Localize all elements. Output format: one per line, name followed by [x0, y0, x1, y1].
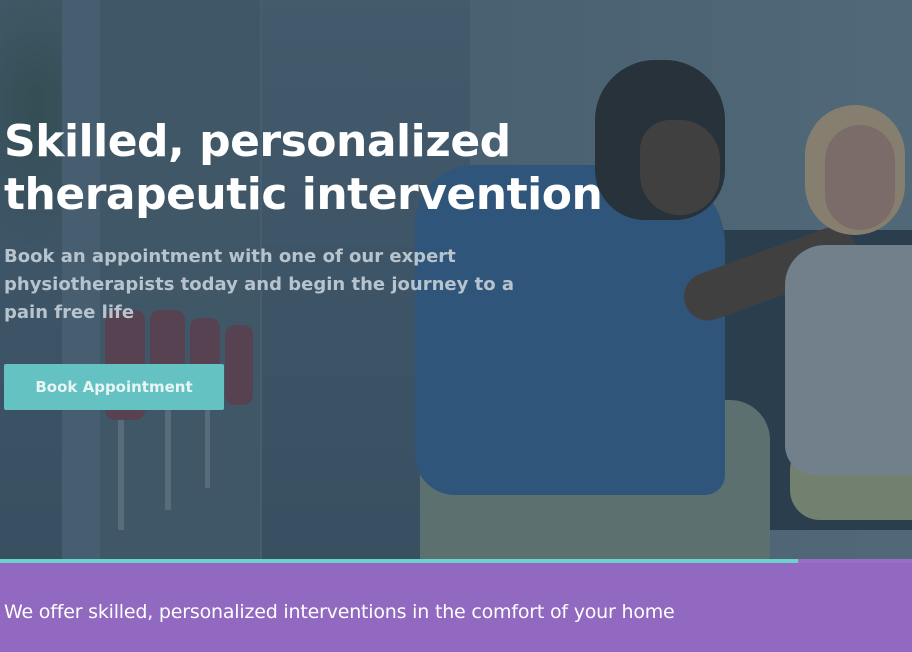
hero-subtext: Book an appointment with one of our expe… — [4, 246, 515, 323]
tagline-text: We offer skilled, personalized intervent… — [4, 601, 675, 623]
book-appointment-button[interactable]: Book Appointment — [4, 364, 224, 410]
hero-section: Skilled, personalized therapeutic interv… — [0, 0, 912, 559]
hero-headline-line2: therapeutic intervention — [4, 169, 603, 220]
hero-content: Skilled, personalized therapeutic interv… — [4, 115, 604, 327]
hero-headline-line1: Skilled, personalized — [4, 116, 511, 167]
tagline-band: We offer skilled, personalized intervent… — [0, 563, 912, 652]
hero-headline: Skilled, personalized therapeutic interv… — [4, 115, 604, 221]
